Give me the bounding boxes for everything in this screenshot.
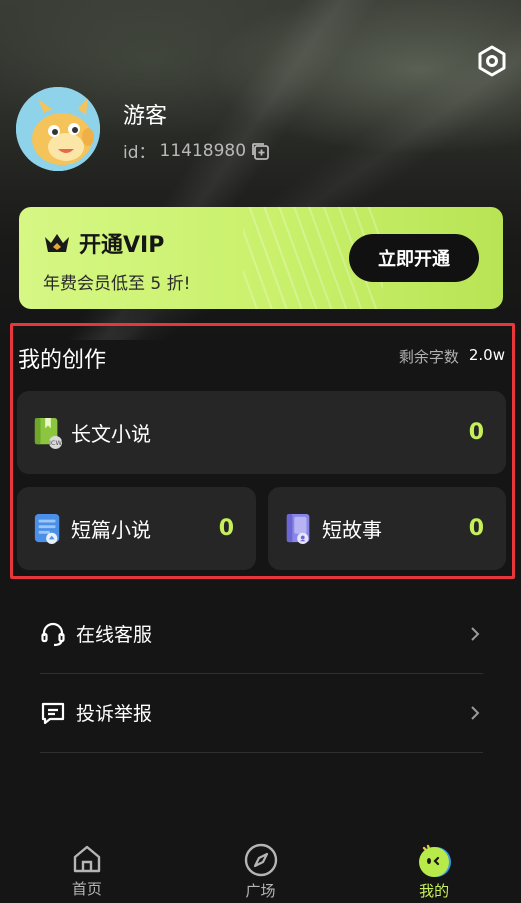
card-long-novel[interactable]: ICW 长文小说 0	[17, 391, 506, 474]
crown-icon	[45, 234, 69, 252]
avatar[interactable]	[16, 87, 100, 171]
menu-item-customer-service-label: 在线客服	[76, 624, 153, 646]
open-vip-button[interactable]: 立即开通	[349, 234, 479, 282]
card-short-story-count: 0	[468, 516, 484, 541]
tab-square-label: 广场	[245, 882, 276, 900]
remaining-words-value: 2.0w	[468, 346, 505, 364]
user-id-value: 11418980	[159, 140, 247, 161]
card-short-novel-label: 短篇小说	[71, 518, 151, 542]
book-green-icon: ICW	[33, 416, 63, 450]
settings-icon	[478, 45, 506, 77]
remaining-words: 剩余字数 2.0w	[399, 346, 505, 367]
tab-square[interactable]: 广场	[174, 830, 348, 903]
vip-title-text: 开通VIP	[79, 233, 165, 258]
home-icon	[73, 845, 101, 873]
mine-face-icon	[419, 844, 452, 877]
card-long-novel-label: 长文小说	[71, 422, 151, 446]
card-short-story[interactable]: 短故事 0	[268, 487, 506, 570]
avatar-mascot-icon	[16, 87, 100, 171]
chevron-right-icon	[471, 705, 480, 720]
chevron-right-icon	[471, 626, 480, 641]
book-purple-icon	[284, 512, 314, 546]
compass-icon	[244, 843, 277, 877]
user-id: id： 11418980	[123, 138, 270, 163]
tab-home-label: 首页	[71, 880, 102, 898]
card-short-story-label: 短故事	[322, 518, 382, 542]
vip-banner[interactable]: 开通VIP 年费会员低至 5 折! 立即开通	[19, 207, 503, 309]
copy-icon	[252, 142, 269, 160]
svg-text:ICW: ICW	[49, 439, 63, 447]
bottom-tab-bar: 首页 广场 我的	[0, 830, 521, 903]
remaining-words-label: 剩余字数	[398, 348, 459, 366]
copy-id-button[interactable]	[250, 141, 270, 161]
username: 游客	[123, 104, 168, 129]
headset-icon	[41, 622, 65, 646]
menu-item-customer-service[interactable]: 在线客服	[40, 594, 483, 674]
card-short-novel[interactable]: 短篇小说 0	[17, 487, 256, 570]
settings-button[interactable]	[474, 43, 510, 79]
tab-mine[interactable]: 我的	[347, 830, 521, 903]
report-message-icon	[41, 702, 65, 724]
menu-item-report[interactable]: 投诉举报	[40, 673, 483, 753]
creation-title: 我的创作	[18, 348, 107, 373]
user-id-label: id：	[123, 143, 156, 163]
card-long-novel-count: 0	[468, 420, 484, 445]
vip-subtitle: 年费会员低至 5 折!	[43, 274, 191, 294]
vip-title: 开通VIP	[43, 227, 164, 259]
tab-mine-label: 我的	[419, 882, 450, 900]
card-short-novel-count: 0	[218, 516, 234, 541]
menu-item-report-label: 投诉举报	[76, 703, 153, 725]
tab-home[interactable]: 首页	[0, 830, 174, 903]
doc-blue-icon	[33, 512, 63, 546]
